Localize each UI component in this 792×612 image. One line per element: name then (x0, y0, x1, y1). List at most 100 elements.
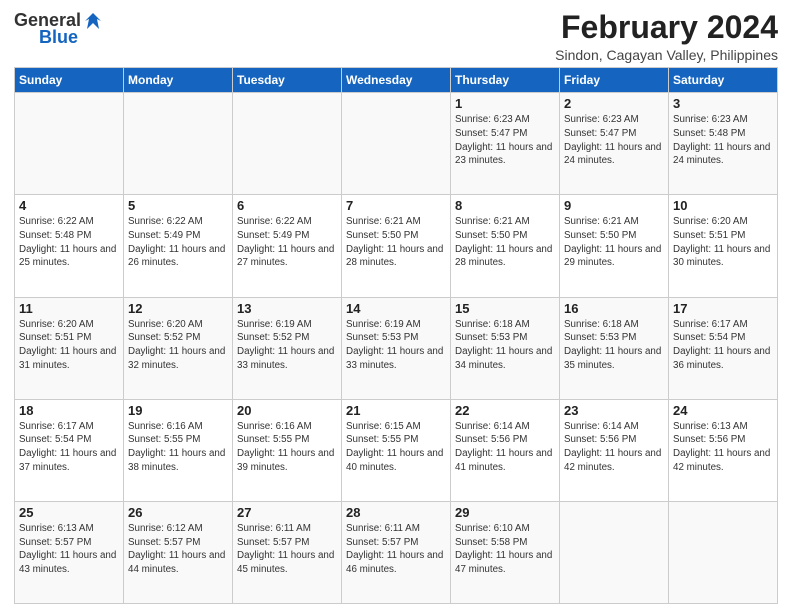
day-info: Sunrise: 6:18 AMSunset: 5:53 PMDaylight:… (455, 318, 555, 373)
day-number: 6 (237, 198, 337, 213)
calendar-day-cell: 6Sunrise: 6:22 AMSunset: 5:49 PMDaylight… (233, 195, 342, 297)
day-number: 2 (564, 96, 664, 111)
day-number: 19 (128, 403, 228, 418)
day-info: Sunrise: 6:13 AMSunset: 5:57 PMDaylight:… (19, 522, 119, 577)
calendar-day-cell: 28 Sunrise: 6:11 AMSunset: 5:57 PMDayligh… (342, 501, 451, 603)
calendar-day-cell: 23Sunrise: 6:14 AMSunset: 5:56 PMDayligh… (560, 399, 669, 501)
day-number: 15 (455, 301, 555, 316)
calendar-day-cell: 21Sunrise: 6:15 AMSunset: 5:55 PMDayligh… (342, 399, 451, 501)
day-of-week-header: Wednesday (342, 68, 451, 93)
day-info: Sunrise: 6:20 AMSunset: 5:51 PMDaylight:… (19, 318, 119, 373)
day-number: 16 (564, 301, 664, 316)
day-number: 20 (237, 403, 337, 418)
day-info: Sunrise: 6:21 AMSunset: 5:50 PMDaylight:… (346, 215, 446, 270)
calendar-day-cell (560, 501, 669, 603)
calendar-body: 1 Sunrise: 6:23 AMSunset: 5:47 PMDaylight… (15, 93, 778, 604)
day-info: Sunrise: 6:13 AMSunset: 5:56 PMDaylight:… (673, 420, 773, 475)
day-info: Sunrise: 6:23 AMSunset: 5:48 PMDaylight:… (673, 113, 773, 168)
day-number: 9 (564, 198, 664, 213)
day-number: 25 (19, 505, 119, 520)
day-info: Sunrise: 6:14 AMSunset: 5:56 PMDaylight:… (455, 420, 555, 475)
calendar-day-cell (669, 501, 778, 603)
day-number: 22 (455, 403, 555, 418)
day-number: 8 (455, 198, 555, 213)
day-number: 13 (237, 301, 337, 316)
day-number: 12 (128, 301, 228, 316)
calendar-week-row: 18Sunrise: 6:17 AMSunset: 5:54 PMDayligh… (15, 399, 778, 501)
location-subtitle: Sindon, Cagayan Valley, Philippines (555, 47, 778, 63)
month-title: February 2024 (555, 10, 778, 45)
day-info: Sunrise: 6:22 AMSunset: 5:48 PMDaylight:… (19, 215, 119, 270)
calendar-day-cell: 3Sunrise: 6:23 AMSunset: 5:48 PMDaylight… (669, 93, 778, 195)
calendar-day-cell: 2 Sunrise: 6:23 AMSunset: 5:47 PMDaylight… (560, 93, 669, 195)
calendar-day-cell: 8 Sunrise: 6:21 AMSunset: 5:50 PMDaylight… (451, 195, 560, 297)
calendar-header: SundayMondayTuesdayWednesdayThursdayFrid… (15, 68, 778, 93)
day-info: Sunrise: 6:18 AMSunset: 5:53 PMDaylight:… (564, 318, 664, 373)
calendar-day-cell (233, 93, 342, 195)
day-info: Sunrise: 6:22 AMSunset: 5:49 PMDaylight:… (128, 215, 228, 270)
calendar-day-cell: 13 Sunrise: 6:19 AMSunset: 5:52 PMDayligh… (233, 297, 342, 399)
calendar-week-row: 1 Sunrise: 6:23 AMSunset: 5:47 PMDaylight… (15, 93, 778, 195)
calendar-day-cell: 29 Sunrise: 6:10 AMSunset: 5:58 PMDayligh… (451, 501, 560, 603)
day-number: 17 (673, 301, 773, 316)
day-info: Sunrise: 6:21 AMSunset: 5:50 PMDaylight:… (455, 215, 555, 270)
day-info: Sunrise: 6:17 AMSunset: 5:54 PMDaylight:… (19, 420, 119, 475)
calendar-table: SundayMondayTuesdayWednesdayThursdayFrid… (14, 67, 778, 604)
day-info: Sunrise: 6:23 AMSunset: 5:47 PMDaylight:… (564, 113, 664, 168)
calendar-day-cell: 26 Sunrise: 6:12 AMSunset: 5:57 PMDayligh… (124, 501, 233, 603)
day-number: 14 (346, 301, 446, 316)
calendar-week-row: 11 Sunrise: 6:20 AMSunset: 5:51 PMDayligh… (15, 297, 778, 399)
calendar-day-cell: 14 Sunrise: 6:19 AMSunset: 5:53 PMDayligh… (342, 297, 451, 399)
calendar-day-cell: 5Sunrise: 6:22 AMSunset: 5:49 PMDaylight… (124, 195, 233, 297)
day-info: Sunrise: 6:16 AMSunset: 5:55 PMDaylight:… (128, 420, 228, 475)
calendar-day-cell: 20 Sunrise: 6:16 AMSunset: 5:55 PMDayligh… (233, 399, 342, 501)
day-info: Sunrise: 6:23 AMSunset: 5:47 PMDaylight:… (455, 113, 555, 168)
calendar-day-cell: 1 Sunrise: 6:23 AMSunset: 5:47 PMDaylight… (451, 93, 560, 195)
calendar-day-cell: 15 Sunrise: 6:18 AMSunset: 5:53 PMDayligh… (451, 297, 560, 399)
day-info: Sunrise: 6:19 AMSunset: 5:53 PMDaylight:… (346, 318, 446, 373)
calendar-day-cell: 27 Sunrise: 6:11 AMSunset: 5:57 PMDayligh… (233, 501, 342, 603)
day-info: Sunrise: 6:15 AMSunset: 5:55 PMDaylight:… (346, 420, 446, 475)
calendar-day-cell: 25 Sunrise: 6:13 AMSunset: 5:57 PMDayligh… (15, 501, 124, 603)
day-info: Sunrise: 6:19 AMSunset: 5:52 PMDaylight:… (237, 318, 337, 373)
day-of-week-header: Friday (560, 68, 669, 93)
calendar-day-cell: 7Sunrise: 6:21 AMSunset: 5:50 PMDaylight… (342, 195, 451, 297)
calendar-day-cell: 22 Sunrise: 6:14 AMSunset: 5:56 PMDayligh… (451, 399, 560, 501)
calendar-week-row: 4 Sunrise: 6:22 AMSunset: 5:48 PMDaylight… (15, 195, 778, 297)
calendar-day-cell: 10 Sunrise: 6:20 AMSunset: 5:51 PMDayligh… (669, 195, 778, 297)
calendar-day-cell: 16 Sunrise: 6:18 AMSunset: 5:53 PMDayligh… (560, 297, 669, 399)
day-info: Sunrise: 6:14 AMSunset: 5:56 PMDaylight:… (564, 420, 664, 475)
day-number: 24 (673, 403, 773, 418)
calendar-day-cell: 12 Sunrise: 6:20 AMSunset: 5:52 PMDayligh… (124, 297, 233, 399)
day-number: 26 (128, 505, 228, 520)
day-info: Sunrise: 6:11 AMSunset: 5:57 PMDaylight:… (346, 522, 446, 577)
calendar-week-row: 25 Sunrise: 6:13 AMSunset: 5:57 PMDayligh… (15, 501, 778, 603)
calendar-day-cell: 19 Sunrise: 6:16 AMSunset: 5:55 PMDayligh… (124, 399, 233, 501)
day-of-week-header: Sunday (15, 68, 124, 93)
day-info: Sunrise: 6:16 AMSunset: 5:55 PMDaylight:… (237, 420, 337, 475)
logo-bird-icon (83, 11, 103, 31)
calendar-day-cell (124, 93, 233, 195)
header: General Blue February 2024 Sindon, Cagay… (14, 10, 778, 63)
day-number: 4 (19, 198, 119, 213)
day-info: Sunrise: 6:20 AMSunset: 5:51 PMDaylight:… (673, 215, 773, 270)
day-number: 29 (455, 505, 555, 520)
page: General Blue February 2024 Sindon, Cagay… (0, 0, 792, 612)
day-number: 10 (673, 198, 773, 213)
calendar-day-cell (15, 93, 124, 195)
day-number: 28 (346, 505, 446, 520)
calendar-day-cell: 9Sunrise: 6:21 AMSunset: 5:50 PMDaylight… (560, 195, 669, 297)
calendar-day-cell (342, 93, 451, 195)
day-number: 11 (19, 301, 119, 316)
day-info: Sunrise: 6:12 AMSunset: 5:57 PMDaylight:… (128, 522, 228, 577)
day-info: Sunrise: 6:17 AMSunset: 5:54 PMDaylight:… (673, 318, 773, 373)
day-info: Sunrise: 6:10 AMSunset: 5:58 PMDaylight:… (455, 522, 555, 577)
day-info: Sunrise: 6:20 AMSunset: 5:52 PMDaylight:… (128, 318, 228, 373)
day-number: 27 (237, 505, 337, 520)
day-of-week-header: Monday (124, 68, 233, 93)
logo: General Blue (14, 10, 103, 48)
day-info: Sunrise: 6:11 AMSunset: 5:57 PMDaylight:… (237, 522, 337, 577)
day-number: 1 (455, 96, 555, 111)
calendar-day-cell: 11 Sunrise: 6:20 AMSunset: 5:51 PMDayligh… (15, 297, 124, 399)
day-of-week-header: Tuesday (233, 68, 342, 93)
